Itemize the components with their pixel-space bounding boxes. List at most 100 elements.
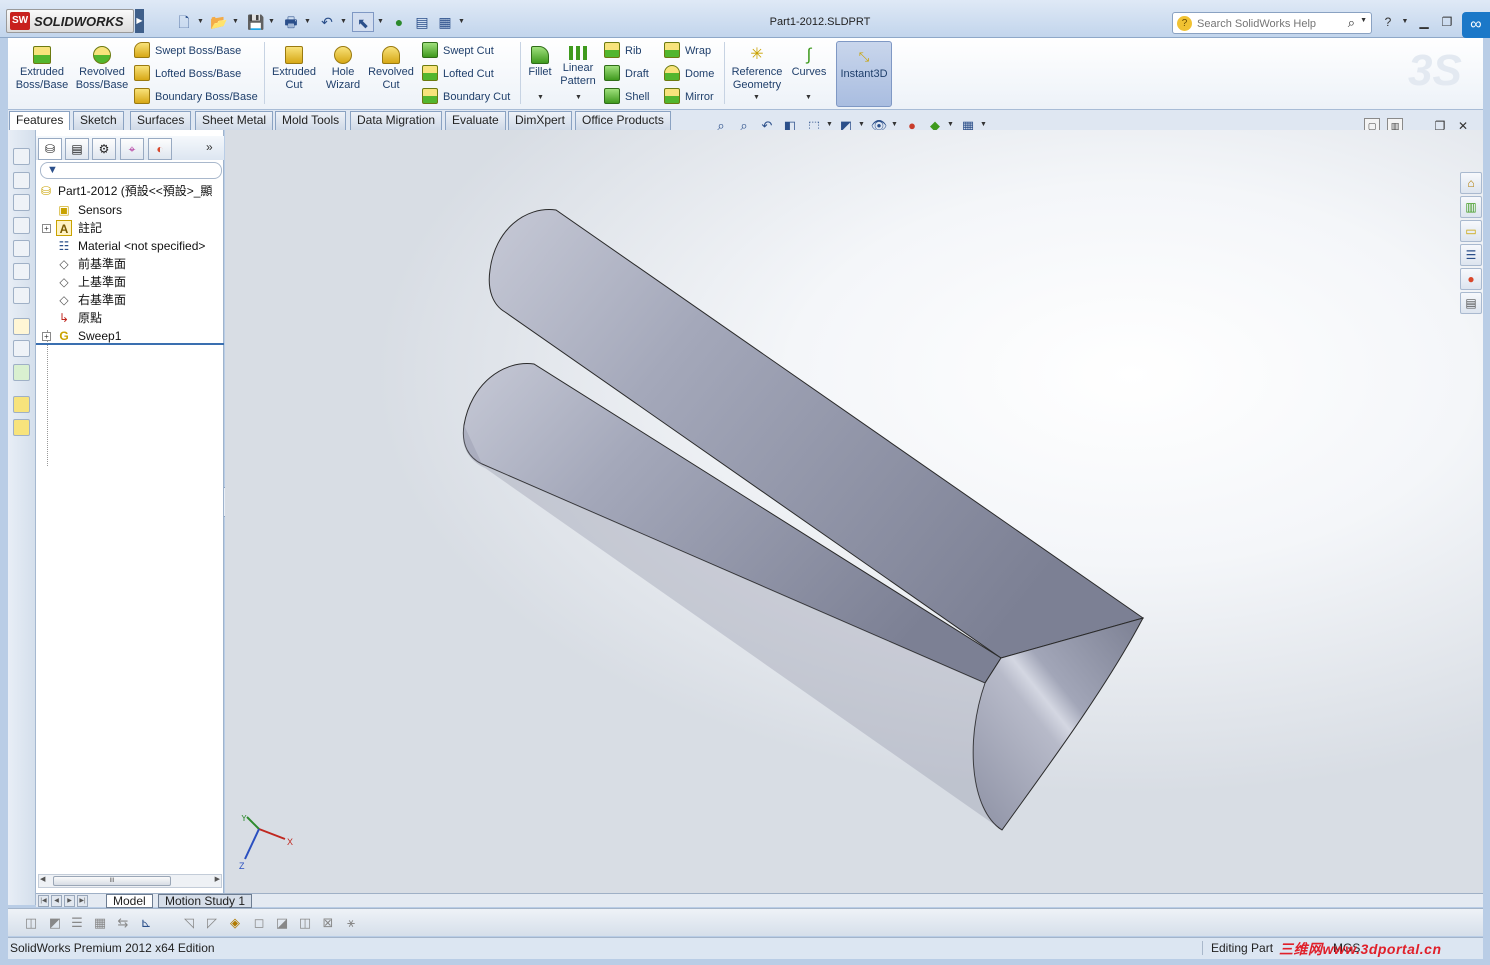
print-icon[interactable]: 🖶	[280, 12, 302, 32]
tree-item-annotations[interactable]: + A 註記	[36, 219, 224, 237]
select-arrow-icon[interactable]: ⬉	[352, 12, 374, 32]
tab-evaluate[interactable]: Evaluate	[445, 111, 506, 130]
tree-item-front-plane[interactable]: ◇ 前基準面	[36, 255, 224, 273]
graphics-area[interactable]: X Y Z	[225, 130, 1483, 893]
lofted-boss-button[interactable]: Lofted Boss/Base	[134, 64, 241, 84]
tab-dimxpert[interactable]: DimXpert	[508, 111, 573, 130]
tab-surfaces[interactable]: Surfaces	[130, 111, 192, 130]
help-dropdown-arrow[interactable]: ▼	[1395, 12, 1415, 32]
mirror-button[interactable]: Mirror	[664, 87, 714, 107]
boundary-cut-button[interactable]: Boundary Cut	[422, 87, 510, 107]
feature-tree-tab-icon[interactable]: ⛁	[38, 138, 62, 160]
lofted-cut-button[interactable]: Lofted Cut	[422, 64, 494, 84]
extruded-cut-button[interactable]: Extruded Cut	[266, 42, 322, 106]
minimize-icon[interactable]: ▁	[1414, 12, 1434, 32]
expand-plus-icon[interactable]: +	[42, 224, 51, 233]
new-document-icon[interactable]: 🗋	[173, 12, 195, 32]
undo-icon[interactable]: ↶	[316, 12, 338, 32]
prev-tab-arrow[interactable]: ◀	[51, 895, 62, 907]
design-library-icon[interactable]: ▥	[1460, 196, 1482, 218]
swept-cut-button[interactable]: Swept Cut	[422, 41, 494, 61]
sheet-metal-tool-icon[interactable]: ◫	[22, 914, 40, 932]
instant3d-button[interactable]: ⤡ Instant3D	[836, 41, 892, 107]
first-tab-arrow[interactable]: |◀	[38, 895, 49, 907]
top-view-icon[interactable]	[13, 240, 30, 257]
solidworks-resources-home-icon[interactable]: ⌂	[1460, 172, 1482, 194]
curves-dropdown-arrow[interactable]: ▼	[805, 94, 812, 101]
layers-icon[interactable]: ☰	[68, 914, 86, 932]
tree-item-top-plane[interactable]: ◇ 上基準面	[36, 273, 224, 291]
sketch-tool-b-icon[interactable]: ◸	[203, 914, 221, 932]
open-dropdown-arrow[interactable]: ▼	[232, 12, 240, 32]
solidworks-menu-button[interactable]: SW SOLIDWORKS	[6, 9, 134, 33]
tree-root-part[interactable]: ⛁ Part1-2012 (預設<<預設>_顯	[36, 182, 224, 200]
align-icon[interactable]: ⇆	[114, 914, 132, 932]
dimxpert-manager-tab-icon[interactable]: ⌖	[120, 138, 144, 160]
right-view-icon[interactable]	[13, 217, 30, 234]
tree-filter-box[interactable]: ▼	[40, 162, 222, 179]
dome-button[interactable]: Dome	[664, 64, 714, 84]
sketch-tool-a-icon[interactable]: ◹	[180, 914, 198, 932]
menu-pin-arrow[interactable]: ▶	[135, 9, 144, 33]
hole-wizard-button[interactable]: Hole Wizard	[320, 42, 366, 106]
isometric-view-icon[interactable]	[13, 287, 30, 304]
view-palette-icon[interactable]: ☰	[1460, 244, 1482, 266]
search-dropdown-arrow[interactable]: ▼	[1360, 17, 1367, 24]
magnifier-icon[interactable]: ⌕	[1348, 15, 1355, 31]
coordinate-icon[interactable]: ⊾	[137, 914, 155, 932]
rebuild-traffic-light-icon[interactable]: ●	[388, 12, 410, 32]
rib-button[interactable]: Rib	[604, 41, 642, 61]
pattern-dropdown-arrow[interactable]: ▼	[575, 94, 582, 101]
sketch-tool-h-icon[interactable]: ⚹	[342, 914, 360, 932]
cut-shortcut-icon[interactable]	[13, 419, 30, 436]
tab-office-products[interactable]: Office Products	[575, 111, 671, 130]
view-orientation-dropdown-arrow[interactable]: ▼	[826, 121, 833, 128]
expand-plus-icon[interactable]: +	[42, 332, 51, 341]
apply-scene-dropdown-arrow[interactable]: ▼	[947, 121, 954, 128]
sketch-tool-f-icon[interactable]: ◫	[296, 914, 314, 932]
configuration-manager-tab-icon[interactable]: ⚙	[92, 138, 116, 160]
display-style-dropdown-arrow[interactable]: ▼	[858, 121, 865, 128]
front-view-icon[interactable]	[13, 148, 30, 165]
scroll-left-arrow[interactable]: ◀	[40, 875, 45, 883]
options-dropdown-arrow[interactable]: ▼	[458, 12, 466, 32]
extruded-boss-button[interactable]: Extruded Boss/Base	[14, 42, 70, 106]
new-dropdown-arrow[interactable]: ▼	[197, 12, 205, 32]
swept-boss-button[interactable]: Swept Boss/Base	[134, 41, 241, 61]
tree-item-right-plane[interactable]: ◇ 右基準面	[36, 291, 224, 309]
extrude-shortcut-icon[interactable]	[13, 396, 30, 413]
select-dropdown-arrow[interactable]: ▼	[377, 12, 385, 32]
sketch-tool-d-icon[interactable]: ◻	[250, 914, 268, 932]
tab-model[interactable]: Model	[106, 894, 153, 908]
display-manager-tab-icon[interactable]: ◐	[148, 138, 172, 160]
table-icon[interactable]: ▦	[91, 914, 109, 932]
left-view-icon[interactable]	[13, 194, 30, 211]
file-explorer-folder-icon[interactable]: ▭	[1460, 220, 1482, 242]
tree-item-sensors[interactable]: ▣ Sensors	[36, 201, 224, 219]
save-icon[interactable]: 💾	[245, 12, 267, 32]
boundary-boss-button[interactable]: Boundary Boss/Base	[134, 87, 258, 107]
options-icon[interactable]: ▦	[434, 12, 456, 32]
relations-icon[interactable]	[13, 364, 30, 381]
smart-dimension-icon[interactable]	[13, 340, 30, 357]
expand-tabs-chevron-icon[interactable]: »	[206, 140, 213, 154]
fillet-dropdown-arrow[interactable]: ▼	[537, 94, 544, 101]
sketch-tool-c-icon[interactable]: ◈	[226, 914, 244, 932]
community-logo-icon[interactable]: ∞	[1462, 12, 1490, 38]
property-manager-tab-icon[interactable]: ▤	[65, 138, 89, 160]
shell-button[interactable]: Shell	[604, 87, 649, 107]
draft-button[interactable]: Draft	[604, 64, 649, 84]
tree-item-sweep1[interactable]: + G Sweep1	[36, 327, 224, 345]
tree-item-material[interactable]: ☷ Material <not specified>	[36, 237, 224, 255]
revolved-boss-button[interactable]: Revolved Boss/Base	[74, 42, 130, 106]
save-dropdown-arrow[interactable]: ▼	[268, 12, 276, 32]
tool-b-icon[interactable]: ◩	[46, 914, 64, 932]
back-view-icon[interactable]	[13, 172, 30, 189]
revolved-cut-button[interactable]: Revolved Cut	[366, 42, 416, 106]
tree-item-origin[interactable]: ↳ 原點	[36, 309, 224, 327]
tab-sheet-metal[interactable]: Sheet Metal	[195, 111, 274, 130]
custom-properties-icon[interactable]: ▤	[1460, 292, 1482, 314]
sketch-tool-g-icon[interactable]: ⊠	[319, 914, 337, 932]
view-settings-dropdown-arrow[interactable]: ▼	[980, 121, 987, 128]
last-tab-arrow[interactable]: ▶|	[77, 895, 88, 907]
